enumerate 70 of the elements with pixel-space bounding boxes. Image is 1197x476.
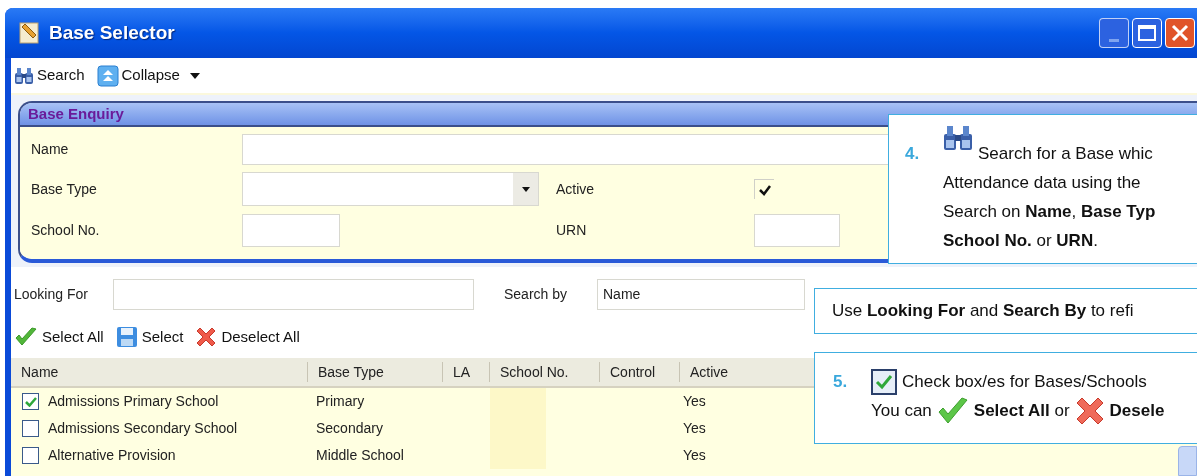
table-cell-text: Yes — [683, 419, 706, 438]
close-icon — [1171, 24, 1189, 42]
callout-text: Use Looking For and Search By to refi — [832, 300, 1134, 323]
table-cell-text: Alternative Provision — [48, 446, 176, 465]
callout-text: Desele — [1109, 399, 1165, 422]
cross-icon — [195, 326, 218, 348]
table-cell — [490, 388, 546, 415]
callout-text: Attendance data using the — [943, 171, 1141, 194]
table-cell-text: Primary — [316, 392, 365, 411]
scrollbar-thumb[interactable] — [1178, 446, 1197, 476]
field-label: Name — [31, 139, 70, 159]
table-cell-text: Admissions Primary School — [48, 392, 219, 411]
column-header[interactable]: LA — [443, 362, 490, 382]
callout-text: Select All or — [973, 399, 1070, 422]
row-checkbox[interactable] — [22, 447, 39, 464]
select-button[interactable]: Select — [115, 325, 184, 349]
search-by-dropdown[interactable]: Name — [597, 278, 805, 310]
binoculars-icon — [943, 125, 973, 151]
field-label: Active — [556, 179, 596, 199]
collapse-icon — [96, 64, 119, 87]
maximize-icon — [1138, 25, 1156, 41]
check-icon — [757, 183, 772, 196]
step-number: 4. — [905, 143, 921, 165]
table-cell-text: Admissions Secondary School — [48, 419, 238, 438]
row-checkbox[interactable] — [22, 420, 39, 437]
table-cell — [490, 442, 546, 469]
table-cell-text: Middle School — [316, 446, 404, 465]
school-number-field[interactable] — [242, 213, 340, 247]
looking-for-field[interactable] — [113, 278, 474, 310]
checkmark-icon — [936, 396, 969, 425]
collapse-button[interactable]: Collapse — [96, 64, 180, 87]
column-header[interactable]: Base Type — [308, 362, 443, 382]
maximize-button[interactable] — [1132, 18, 1162, 48]
field-label: URN — [556, 220, 588, 240]
urn-field[interactable] — [754, 213, 840, 247]
callout-text: Search for a Base whic — [978, 142, 1153, 165]
group-title: Base Enquiry — [28, 103, 124, 124]
field-label: Base Type — [31, 179, 98, 199]
search-button[interactable]: Search — [14, 64, 85, 87]
checkbox-icon — [871, 368, 897, 395]
select-all-button[interactable]: Select All — [14, 325, 104, 349]
cross-icon — [1074, 395, 1105, 426]
row-checkbox[interactable] — [22, 393, 39, 410]
callout-text: Search on Name, Base Typ — [943, 200, 1156, 223]
dropdown-caret-icon — [521, 186, 530, 192]
column-header[interactable]: Active — [680, 358, 800, 386]
checkmark-icon — [14, 326, 38, 348]
dropdown-caret-icon — [189, 72, 200, 79]
column-header[interactable]: Control — [600, 362, 680, 382]
step-number: 5. — [833, 371, 849, 393]
table-cell-text: Yes — [683, 392, 706, 411]
minimize-button[interactable] — [1099, 18, 1129, 48]
callout-text: You can — [871, 399, 932, 422]
window-title: Base Selector — [49, 20, 175, 45]
column-header[interactable]: School No. — [490, 362, 600, 382]
check-icon — [24, 396, 37, 407]
minimize-icon — [1109, 39, 1119, 42]
field-label: School No. — [31, 220, 101, 240]
active-checkbox[interactable] — [754, 179, 774, 199]
binoculars-icon — [14, 66, 34, 85]
field-label: Search by — [504, 284, 569, 304]
column-header[interactable]: Name — [11, 362, 308, 382]
deselect-all-button[interactable]: Deselect All — [195, 325, 300, 349]
callout-text: Check box/es for Bases/Schools — [902, 370, 1147, 393]
document-pencil-icon — [17, 21, 41, 45]
table-cell-text: Yes — [683, 446, 706, 465]
close-button[interactable] — [1165, 18, 1195, 48]
field-label: Looking For — [14, 284, 89, 304]
table-cell-text: Secondary — [316, 419, 383, 438]
callout-text: School No. or URN. — [943, 229, 1098, 252]
